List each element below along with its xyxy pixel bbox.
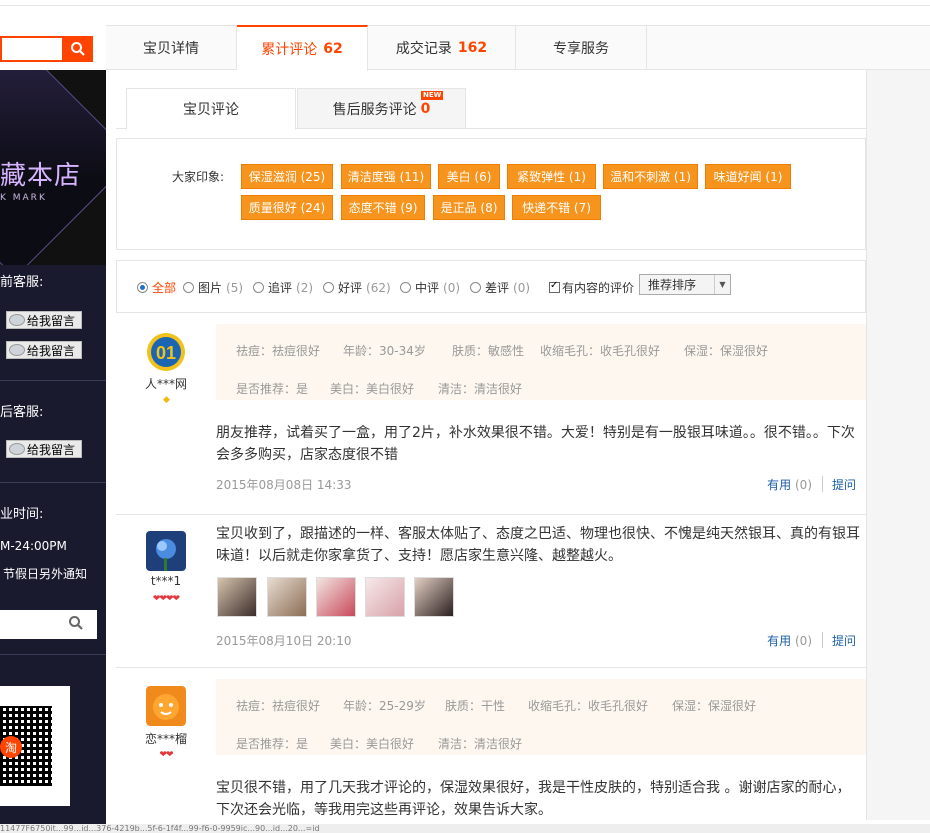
ask-button[interactable]: 提问 — [832, 476, 856, 493]
impression-panel: 大家印象: 保湿滋润 (25) 清洁度强 (11) 美白 (6) 紧致弹性 (1… — [116, 138, 866, 250]
leave-message-button[interactable]: 给我留言 — [6, 311, 82, 329]
filter-positive[interactable]: 好评 (62) — [323, 279, 391, 296]
useful-button[interactable]: 有用 (0) — [767, 632, 812, 649]
reviewer-level-icon: ❤❤ — [159, 750, 173, 760]
hours-label: 业时间: — [0, 507, 44, 522]
filter-followup[interactable]: 追评 (2) — [253, 279, 313, 296]
ask-button[interactable]: 提问 — [832, 632, 856, 649]
tab-item-details[interactable]: 宝贝详情 — [106, 26, 237, 69]
svg-text:01: 01 — [156, 343, 176, 363]
aftersale-service-label: 后客服: — [0, 405, 44, 420]
review-date: 2015年08月08日 14:33 — [216, 478, 352, 492]
impression-label: 大家印象: — [172, 170, 225, 184]
shop-logo-text: 藏本店 — [0, 161, 82, 191]
impression-tag[interactable]: 味道好闻 (1) — [705, 164, 791, 189]
qr-code: 淘 — [0, 686, 70, 806]
transaction-count: 162 — [457, 39, 488, 56]
review-filter-bar: 全部 图片(5) 追评(2) 好评(62) 中评(0) 差评(0) 有内容的评价… — [116, 260, 866, 313]
has-content-checkbox[interactable]: 有内容的评价 — [549, 279, 634, 296]
review-image[interactable] — [267, 577, 307, 617]
status-bar: 11477F6750it...99...id...376-4219b...5f-… — [0, 824, 930, 833]
shop-sidebar: 藏本店 K MARK 前客服: 给我留言 给我留言 后客服: 给我留言 业时间:… — [0, 70, 106, 833]
chat-icon — [9, 314, 25, 326]
hours-value: M-24:00PM — [0, 539, 67, 553]
impression-tag[interactable]: 态度不错 (9) — [341, 195, 425, 220]
impression-tag[interactable]: 紧致弹性 (1) — [507, 164, 596, 189]
tab-exclusive-service[interactable]: 专享服务 — [516, 26, 647, 69]
search-button[interactable] — [62, 36, 93, 62]
review-date: 2015年08月10日 20:10 — [216, 634, 352, 648]
sort-select[interactable]: 推荐排序 ▼ — [639, 274, 731, 295]
search-icon — [70, 42, 85, 56]
impression-tag[interactable]: 快递不错 (7) — [512, 195, 601, 220]
impression-tag[interactable]: 美白 (6) — [438, 164, 500, 189]
shop-logo-sub: K MARK — [0, 193, 47, 203]
leave-message-button[interactable]: 给我留言 — [6, 341, 82, 359]
review-content: 宝贝很不错，用了几天我才评论的，保湿效果很好，我是干性皮肤的，特别适合我 。谢谢… — [216, 780, 851, 818]
review-image[interactable] — [217, 577, 257, 617]
chat-icon — [9, 344, 25, 356]
taobao-icon: 淘 — [0, 736, 22, 758]
review-attributes: 祛痘：祛痘很好 年龄：25-29岁 肤质：干性 收缩毛孔：收毛孔很好 保湿：保湿… — [216, 679, 866, 755]
main-tabs: 宝贝详情 累计评论 62 成交记录 162 专享服务 — [106, 25, 930, 71]
review-attributes: 祛痘：祛痘很好 年龄：30-34岁 肤质：敏感性 收缩毛孔：收毛孔很好 保湿：保… — [216, 324, 866, 400]
impression-tag[interactable]: 温和不刺激 (1) — [603, 164, 698, 189]
filter-neutral[interactable]: 中评 (0) — [400, 279, 460, 296]
chat-icon — [9, 443, 25, 455]
reviewer-level-icon: ◆ — [163, 395, 170, 405]
impression-tag[interactable]: 保湿滋润 (25) — [241, 164, 333, 189]
right-column — [866, 70, 930, 820]
review-image[interactable] — [316, 577, 356, 617]
leave-message-button[interactable]: 给我留言 — [6, 440, 82, 458]
chevron-down-icon: ▼ — [714, 275, 730, 294]
review-item: 恋***榴 ❤❤ 祛痘：祛痘很好 年龄：25-29岁 肤质：干性 收缩毛孔：收毛… — [116, 669, 866, 824]
review-content: 宝贝收到了，跟描述的一样、客服太体贴了、态度之巴适、物理也很快、不愧是纯天然银耳… — [216, 526, 860, 564]
reviewer-name: 人***网 — [144, 377, 187, 391]
useful-button[interactable]: 有用 (0) — [767, 476, 812, 493]
new-badge: NEW — [421, 91, 444, 100]
filter-all[interactable]: 全部 — [137, 279, 176, 296]
search-input[interactable] — [0, 36, 62, 62]
avatar: 01 — [147, 333, 185, 371]
reviewer-name: 恋***榴 — [144, 732, 187, 746]
review-image[interactable] — [365, 577, 405, 617]
impression-tag[interactable]: 清洁度强 (11) — [341, 164, 431, 189]
impression-tag[interactable]: 质量很好 (24) — [241, 195, 333, 220]
avatar — [146, 531, 186, 571]
review-image[interactable] — [414, 577, 454, 617]
holiday-note: 节假日另外通知 — [3, 567, 88, 581]
review-sub-tabs: 宝贝评论 售后服务评论 0 NEW — [116, 88, 866, 130]
review-item: t***1 ❤❤❤❤ 宝贝收到了，跟描述的一样、客服太体贴了、态度之巴适、物理也… — [116, 515, 866, 668]
top-divider — [0, 5, 930, 6]
reviewer-name: t***1 — [150, 574, 182, 588]
review-content: 朋友推荐，试着买了一盒，用了2片，补水效果很不错。大爱！特别是有一股银耳味道。。… — [216, 425, 855, 463]
tab-item-reviews[interactable]: 宝贝评论 — [126, 88, 296, 130]
search-icon[interactable] — [68, 615, 84, 635]
shop-logo: 藏本店 K MARK — [0, 70, 106, 265]
filter-negative[interactable]: 差评 (0) — [470, 279, 530, 296]
review-count: 62 — [323, 41, 343, 57]
tab-transactions[interactable]: 成交记录 162 — [368, 26, 516, 69]
reviewer-level-icon: ❤❤❤❤ — [152, 594, 180, 604]
presale-service-label: 前客服: — [0, 275, 44, 290]
tab-reviews[interactable]: 累计评论 62 — [237, 25, 368, 71]
avatar — [146, 686, 186, 726]
filter-images[interactable]: 图片 (5) — [183, 279, 243, 296]
review-item: 01 人***网 ◆ 祛痘：祛痘很好 年龄：30-34岁 肤质：敏感性 收缩毛孔… — [116, 314, 866, 515]
impression-tag[interactable]: 是正品 (8) — [433, 195, 505, 220]
